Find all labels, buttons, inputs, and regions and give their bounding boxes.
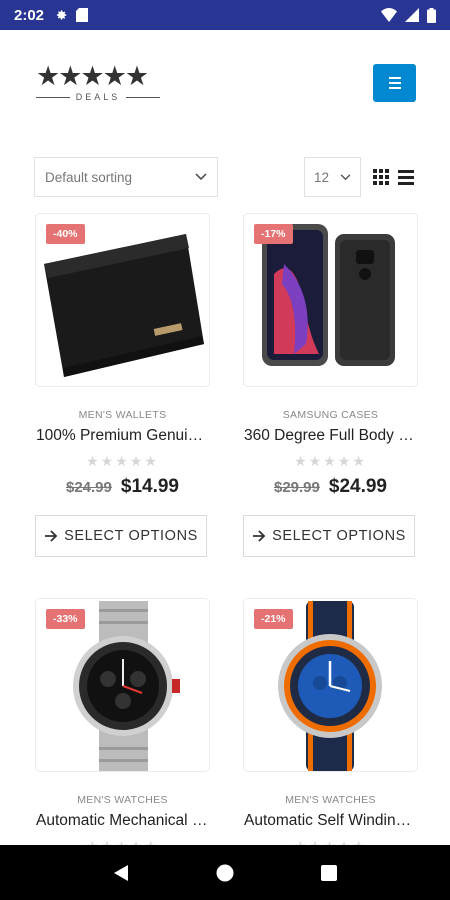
product-category[interactable]: MEN'S WATCHES — [243, 794, 418, 806]
logo-subtitle: DEALS — [36, 92, 161, 102]
site-header: ★★★★★ DEALS — [0, 30, 450, 140]
back-icon[interactable] — [113, 864, 129, 882]
select-options-button[interactable]: SELECT OPTIONS — [243, 515, 415, 557]
select-options-button[interactable]: SELECT OPTIONS — [35, 515, 207, 557]
sale-price: $24.99 — [328, 476, 387, 497]
rating-stars: ★★★★★ — [294, 454, 367, 470]
product-card[interactable]: -40% MEN'S WALLETS 100% Premium Genuine … — [35, 213, 210, 557]
product-category[interactable]: MEN'S WALLETS — [35, 409, 210, 421]
price-row: $29.99 $24.99 — [243, 476, 418, 498]
product-card[interactable]: -21% MEN'S WATCHES Automatic Self Windin… — [243, 598, 418, 855]
site-logo[interactable]: ★★★★★ DEALS — [36, 61, 161, 102]
grid-view-icon[interactable] — [373, 169, 389, 185]
sale-badge: -33% — [46, 609, 85, 629]
product-image[interactable]: -40% — [35, 213, 210, 387]
sale-badge: -21% — [254, 609, 293, 629]
product-card[interactable]: -33% MEN'S WATCHES Automatic Mechanical … — [35, 598, 210, 855]
sale-badge: -17% — [254, 224, 293, 244]
product-title[interactable]: 360 Degree Full Body Case — [243, 427, 418, 445]
per-page-select[interactable]: 12 — [304, 157, 361, 197]
list-view-icon[interactable] — [398, 169, 414, 185]
sort-select-value: Default sorting — [45, 169, 133, 185]
select-options-label: SELECT OPTIONS — [64, 528, 198, 544]
arrow-right-icon — [45, 530, 58, 542]
old-price: $24.99 — [65, 479, 112, 496]
rating-stars: ★★★★★ — [86, 454, 159, 470]
chevron-down-icon — [340, 173, 351, 180]
select-options-label: SELECT OPTIONS — [272, 528, 406, 544]
wifi-icon — [381, 8, 397, 22]
product-category[interactable]: MEN'S WATCHES — [35, 794, 210, 806]
product-title[interactable]: Automatic Self Winding Watch — [243, 812, 418, 830]
logo-stars: ★★★★★ — [36, 61, 149, 92]
status-bar: 2:02 — [0, 0, 450, 30]
home-icon[interactable] — [216, 864, 234, 882]
product-title[interactable]: Automatic Mechanical Watch — [35, 812, 210, 830]
signal-icon — [405, 8, 419, 22]
product-card[interactable]: -17% SAMSUNG CASES 360 Degree Full Body … — [243, 213, 418, 557]
settings-icon — [56, 10, 67, 20]
sale-badge: -40% — [46, 224, 85, 244]
arrow-right-icon — [253, 530, 266, 542]
product-category[interactable]: SAMSUNG CASES — [243, 409, 418, 421]
shop-toolbar: Default sorting 12 — [0, 157, 450, 197]
status-right-icons — [381, 7, 436, 23]
product-title[interactable]: 100% Premium Genuine Leather Wallet — [35, 427, 210, 445]
sort-select[interactable]: Default sorting — [34, 157, 218, 197]
product-image[interactable]: -21% — [243, 598, 418, 772]
sale-price: $14.99 — [120, 476, 179, 497]
sd-card-icon — [76, 8, 89, 22]
logo-text: DEALS — [75, 92, 121, 102]
recents-icon[interactable] — [320, 864, 337, 881]
chevron-down-icon — [195, 173, 207, 181]
android-nav-bar — [0, 845, 450, 900]
menu-button[interactable] — [373, 64, 416, 102]
product-image[interactable]: -33% — [35, 598, 210, 772]
status-time: 2:02 — [14, 6, 45, 24]
battery-icon — [427, 7, 436, 23]
per-page-value: 12 — [314, 169, 330, 185]
price-row: $24.99 $14.99 — [35, 476, 210, 498]
old-price: $29.99 — [273, 479, 320, 496]
status-left-icons — [54, 8, 89, 22]
product-image[interactable]: -17% — [243, 213, 418, 387]
